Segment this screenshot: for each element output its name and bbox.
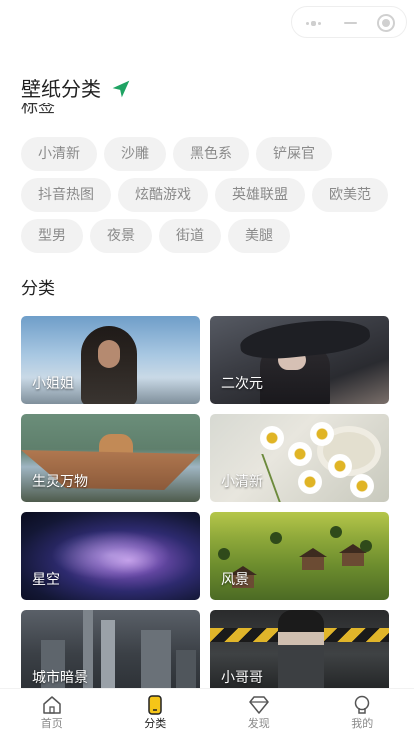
category-label: 城市暗景 — [32, 670, 88, 686]
tag-chip[interactable]: 小清新 — [21, 137, 97, 171]
category-label: 二次元 — [221, 376, 263, 392]
category-card[interactable]: 小哥哥 — [210, 610, 389, 688]
tab-home[interactable]: 首页 — [0, 689, 104, 736]
category-label: 小姐姐 — [32, 376, 74, 392]
page-title: 壁纸分类 — [21, 76, 131, 102]
page-title-text: 壁纸分类 — [21, 77, 101, 101]
tab-category[interactable]: 分类 — [104, 689, 208, 736]
main-scroll[interactable]: 壁纸分类 标签 小清新 沙雕 黑色系 铲屎官 抖音热图 炫酷游戏 英雄联盟 欧美… — [0, 0, 414, 688]
tags-section-label: 标签 — [21, 103, 55, 117]
category-card[interactable]: 风景 — [210, 512, 389, 600]
tab-bar: 首页 分类 发现 我的 — [0, 688, 414, 736]
category-label: 小哥哥 — [221, 670, 263, 686]
category-label: 星空 — [32, 572, 60, 588]
category-label: 小清新 — [221, 474, 263, 490]
tab-label: 发现 — [247, 717, 270, 730]
home-icon — [43, 696, 61, 714]
send-icon — [112, 80, 130, 98]
tab-profile[interactable]: 我的 — [311, 689, 414, 736]
category-grid: 小姐姐 二次元 生灵万物 小清新 星空 风景 城市暗景 小哥哥 — [21, 316, 389, 688]
tags-section-title: 标签 — [21, 103, 101, 117]
category-label: 生灵万物 — [32, 474, 88, 490]
tag-chip[interactable]: 夜景 — [90, 219, 152, 253]
category-card[interactable]: 二次元 — [210, 316, 389, 404]
profile-icon — [355, 695, 370, 714]
tag-chip[interactable]: 抖音热图 — [21, 178, 111, 212]
tag-chip[interactable]: 英雄联盟 — [215, 178, 305, 212]
tag-chip[interactable]: 街道 — [159, 219, 221, 253]
categories-section-title: 分类 — [21, 279, 55, 299]
category-card[interactable]: 城市暗景 — [21, 610, 200, 688]
tag-chip[interactable]: 炫酷游戏 — [118, 178, 208, 212]
category-card[interactable]: 星空 — [21, 512, 200, 600]
tab-discover[interactable]: 发现 — [207, 689, 311, 736]
tag-list: 小清新 沙雕 黑色系 铲屎官 抖音热图 炫酷游戏 英雄联盟 欧美范 型男 夜景 … — [21, 137, 401, 260]
tag-chip[interactable]: 欧美范 — [312, 178, 388, 212]
tag-chip[interactable]: 黑色系 — [173, 137, 249, 171]
tag-chip[interactable]: 美腿 — [228, 219, 290, 253]
tag-chip[interactable]: 沙雕 — [104, 137, 166, 171]
category-card[interactable]: 小姐姐 — [21, 316, 200, 404]
tag-chip[interactable]: 铲屎官 — [256, 137, 332, 171]
category-card[interactable]: 生灵万物 — [21, 414, 200, 502]
tab-label: 分类 — [144, 717, 167, 730]
discover-icon — [249, 696, 269, 714]
category-card[interactable]: 小清新 — [210, 414, 389, 502]
tab-label: 首页 — [40, 717, 63, 730]
tab-label: 我的 — [351, 717, 374, 730]
tag-chip[interactable]: 型男 — [21, 219, 83, 253]
category-label: 风景 — [221, 572, 249, 588]
category-icon — [148, 695, 162, 715]
